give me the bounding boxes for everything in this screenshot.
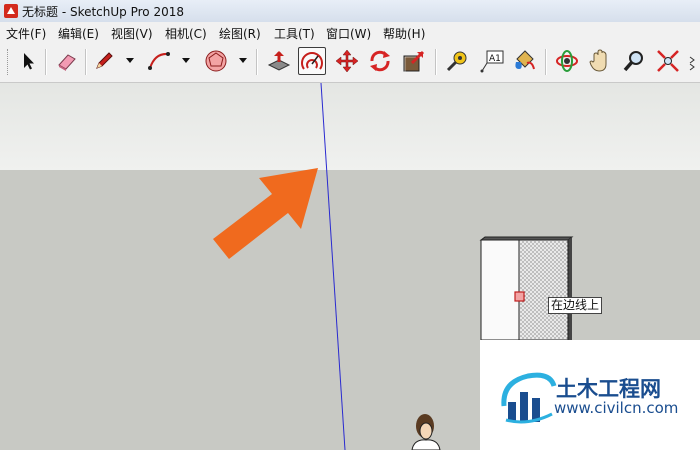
menu-file[interactable]: 文件(F) — [6, 25, 46, 42]
text-label-icon: A1 — [480, 50, 504, 73]
zoom-extents-icon — [657, 50, 679, 72]
menu-window[interactable]: 窗口(W) — [326, 25, 371, 42]
watermark-url: www.civilcn.com — [554, 399, 679, 417]
arc-icon — [148, 52, 170, 70]
pan-tool-button[interactable] — [586, 47, 614, 75]
toolbar-separator — [85, 49, 87, 75]
offset-icon — [301, 52, 323, 70]
offset-tool-button[interactable] — [298, 47, 326, 75]
scale-icon — [403, 50, 425, 73]
drawing-viewport[interactable]: 在边线上 土木工程网 www.civilcn.com — [0, 83, 700, 450]
select-tool-button[interactable] — [14, 47, 42, 75]
menu-edit[interactable]: 编辑(E) — [58, 25, 99, 42]
orange-annotation-arrow — [213, 168, 318, 259]
select-arrow-icon — [24, 53, 34, 70]
chevron-down-icon[interactable] — [180, 54, 192, 66]
scale-figure — [411, 414, 441, 450]
toolbar-separator — [256, 49, 258, 75]
box-model[interactable] — [479, 236, 574, 341]
push-pull-icon — [267, 51, 291, 71]
menu-tools[interactable]: 工具(T) — [274, 25, 315, 42]
zoom-tool-button[interactable] — [620, 47, 648, 75]
watermark: 土木工程网 www.civilcn.com — [480, 340, 700, 450]
line-tool-button[interactable] — [90, 47, 118, 75]
zoom-magnifier-icon — [623, 51, 643, 72]
toolbar-grip[interactable] — [7, 49, 10, 75]
push-pull-tool-button[interactable] — [265, 47, 293, 75]
orbit-tool-button[interactable] — [553, 47, 581, 75]
shape-tool-button[interactable] — [202, 47, 230, 75]
title-bar: 无标题 - SketchUp Pro 2018 — [0, 0, 700, 23]
eraser-icon — [58, 54, 76, 71]
menu-camera[interactable]: 相机(C) — [165, 25, 207, 42]
arc-tool-button[interactable] — [145, 47, 173, 75]
orbit-icon — [556, 50, 578, 72]
sketchup-logo-icon — [4, 4, 18, 18]
pencil-icon — [96, 52, 113, 69]
move-tool-button[interactable] — [333, 47, 361, 75]
menu-help[interactable]: 帮助(H) — [383, 25, 425, 42]
text-tool-button[interactable]: A1 — [478, 47, 506, 75]
pan-hand-icon — [589, 49, 607, 72]
svg-text:A1: A1 — [489, 54, 501, 64]
window-title: 无标题 - SketchUp Pro 2018 — [22, 5, 184, 19]
menu-bar: 文件(F) 编辑(E) 视图(V) 相机(C) 绘图(R) 工具(T) 窗口(W… — [0, 22, 700, 42]
blue-axis-line — [320, 83, 346, 450]
zoom-extents-tool-button[interactable] — [654, 47, 682, 75]
toolbar-separator — [545, 49, 547, 75]
civilcn-logo-icon — [501, 372, 557, 424]
menu-view[interactable]: 视图(V) — [111, 25, 153, 42]
toolbar: A1 — [0, 42, 700, 83]
eraser-tool-button[interactable] — [53, 47, 81, 75]
polygon-icon — [205, 50, 227, 72]
toolbar-overflow-icon[interactable] — [688, 55, 696, 71]
paint-bucket-icon — [515, 50, 535, 70]
inference-point-marker — [514, 291, 525, 302]
paint-bucket-tool-button[interactable] — [510, 47, 538, 75]
tape-measure-tool-button[interactable] — [443, 47, 471, 75]
menu-draw[interactable]: 绘图(R) — [219, 25, 261, 42]
toolbar-separator — [45, 49, 47, 75]
chevron-down-icon[interactable] — [237, 54, 249, 66]
tape-measure-icon — [446, 51, 467, 72]
scale-tool-button[interactable] — [400, 47, 428, 75]
chevron-down-icon[interactable] — [124, 54, 136, 66]
inference-tooltip: 在边线上 — [548, 297, 603, 314]
rotate-tool-button[interactable] — [366, 47, 394, 75]
toolbar-separator — [435, 49, 437, 75]
rotate-icon — [370, 50, 390, 72]
move-arrows-icon — [335, 49, 359, 73]
